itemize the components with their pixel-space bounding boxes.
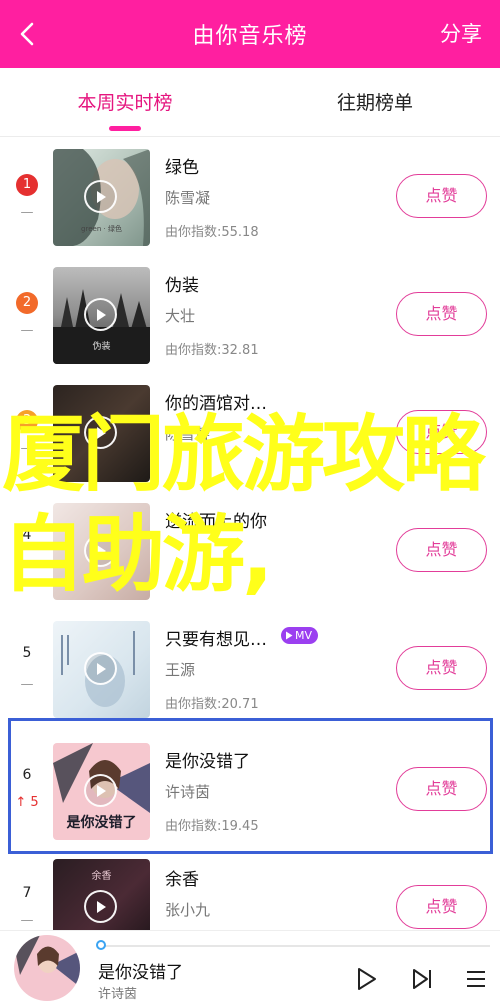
song-artist: 许诗茵	[165, 783, 211, 801]
album-cover: 是你没错了	[53, 743, 150, 840]
song-artist: 陈雪凝	[165, 189, 211, 207]
rank-badge: 2	[16, 292, 38, 314]
like-button[interactable]: 点赞	[396, 174, 487, 218]
share-button[interactable]: 分享	[440, 18, 482, 48]
play-icon	[96, 662, 106, 675]
rank-number: 4	[22, 527, 32, 543]
next-button[interactable]	[407, 964, 437, 994]
progress-handle[interactable]	[96, 940, 106, 950]
rank-change: —	[20, 205, 34, 220]
play-icon	[96, 900, 106, 913]
like-button[interactable]: 点赞	[396, 528, 487, 572]
song-title: 伪装	[165, 276, 199, 296]
player-cover[interactable]	[14, 935, 80, 1001]
active-tab-indicator	[109, 126, 141, 131]
progress-track[interactable]	[100, 945, 490, 947]
next-icon	[413, 969, 431, 989]
song-index: 由你指数:19.45	[165, 819, 259, 834]
playlist-icon	[467, 971, 485, 987]
song-title: 你的酒馆对…	[165, 394, 267, 414]
cover-play-button[interactable]	[84, 652, 117, 685]
list-item[interactable]: 2 — 伪装 伪装 大壮 由你指数:32.81 点赞	[0, 255, 500, 373]
song-artist: 张小九	[165, 901, 211, 919]
album-cover	[53, 621, 150, 718]
mv-play-icon	[286, 631, 293, 640]
play-icon	[96, 426, 106, 439]
play-icon	[358, 968, 376, 990]
song-index: 由你指数:32.81	[165, 343, 259, 358]
like-button[interactable]: 点赞	[396, 646, 487, 690]
cover-caption: 是你没错了	[66, 815, 137, 831]
song-title: 只要有想见…	[165, 630, 267, 650]
list-item[interactable]: 5 — 只要有想见… MV 王源 由你指数:20.71 点赞	[0, 609, 500, 727]
page-title: 由你音乐榜	[192, 24, 308, 49]
cover-caption: 伪装	[92, 342, 111, 352]
like-button[interactable]: 点赞	[396, 767, 487, 811]
rank-change: —	[20, 913, 34, 928]
like-button[interactable]: 点赞	[396, 885, 487, 929]
song-artist: 王源	[165, 661, 196, 679]
rank-number: 6	[22, 767, 32, 783]
song-title: 逆流而上的你	[165, 512, 267, 532]
player-song-title: 是你没错了	[98, 963, 183, 983]
song-title: 绿色	[165, 158, 199, 178]
cover-caption: green · 绿色	[81, 225, 122, 233]
song-artist: 陈雪凝	[165, 425, 211, 443]
rank-change: —	[20, 677, 34, 692]
cover-play-button[interactable]	[84, 298, 117, 331]
tab-weekly-realtime[interactable]: 本周实时榜	[0, 88, 250, 115]
cover-caption: 余香	[91, 871, 112, 882]
mv-label: MV	[295, 629, 313, 642]
rank-change: —	[20, 441, 34, 456]
rank-number: 7	[22, 885, 32, 901]
rank-badge: 1	[16, 174, 38, 196]
album-cover: green · 绿色	[53, 149, 150, 246]
play-icon	[96, 544, 106, 557]
cover-play-button[interactable]	[84, 416, 117, 449]
rank-change: —	[20, 559, 34, 574]
album-cover	[53, 503, 150, 600]
cover-play-button[interactable]	[84, 774, 117, 807]
cover-play-button[interactable]	[84, 534, 117, 567]
playlist-button[interactable]	[461, 964, 491, 994]
play-icon	[96, 308, 106, 321]
list-item[interactable]: 3 — 你的酒馆对… 陈雪凝 点赞	[0, 373, 500, 491]
album-cover	[53, 385, 150, 482]
mv-badge[interactable]: MV	[281, 627, 319, 644]
list-item[interactable]: 6 ↑ 5 是你没错了 是你没错了 许诗茵 由你指数:19.45 点赞	[0, 727, 500, 845]
song-title: 余香	[165, 870, 199, 890]
play-button[interactable]	[351, 964, 381, 994]
song-artist: 大壮	[165, 307, 196, 325]
song-title: 是你没错了	[165, 752, 250, 772]
song-index: 由你指数:20.71	[165, 697, 259, 712]
app-header: 由你音乐榜 分享	[0, 0, 500, 68]
cover-play-button[interactable]	[84, 890, 117, 923]
play-icon	[96, 190, 106, 203]
player-artist: 许诗茵	[98, 987, 138, 1002]
player-cover-image	[14, 935, 80, 987]
rank-change: ↑ 5	[15, 795, 39, 810]
tab-past-charts[interactable]: 往期榜单	[250, 88, 500, 115]
list-item[interactable]: 4 — 逆流而上的你 点赞	[0, 491, 500, 609]
like-button[interactable]: 点赞	[396, 292, 487, 336]
list-item[interactable]: 1 — green · 绿色 绿色 陈雪凝 由你指数:55.18 点赞	[0, 137, 500, 255]
cover-play-button[interactable]	[84, 180, 117, 213]
mini-player[interactable]: 是你没错了 许诗茵	[0, 930, 500, 1002]
chart-tabs: 本周实时榜 往期榜单	[0, 68, 500, 137]
play-icon	[96, 784, 106, 797]
rank-change: —	[20, 323, 34, 338]
rank-number: 5	[22, 645, 32, 661]
album-cover: 伪装	[53, 267, 150, 364]
rank-badge: 3	[16, 410, 38, 432]
like-button[interactable]: 点赞	[396, 410, 487, 454]
song-index: 由你指数:55.18	[165, 225, 259, 240]
